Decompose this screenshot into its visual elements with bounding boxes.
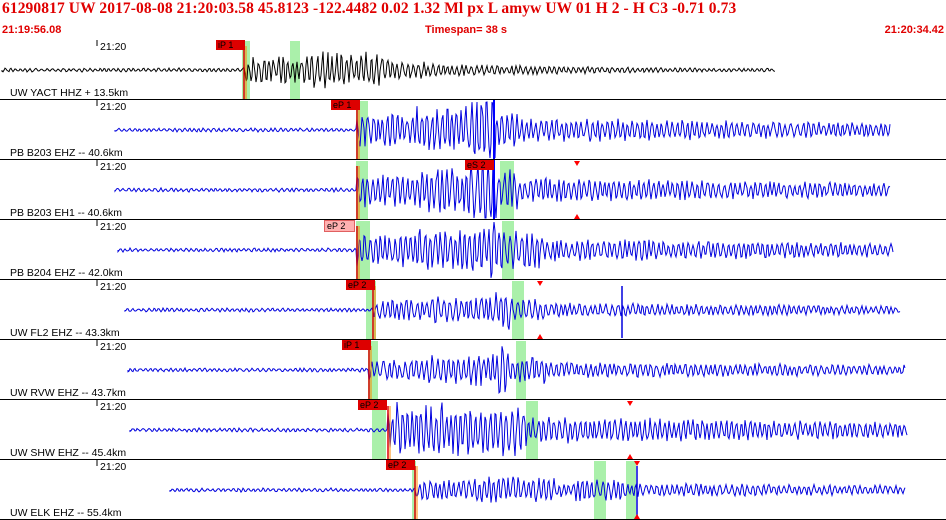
station-label: UW FL2 EHZ -- 43.3km	[10, 327, 120, 339]
trace-row[interactable]	[0, 400, 946, 460]
start-time-label: 21:19:56.08	[2, 24, 62, 36]
amplitude-marker-icon[interactable]	[627, 401, 633, 406]
time-tick-label: 21:20	[100, 221, 127, 233]
phase-pick-flag[interactable]: iP 1	[216, 40, 245, 50]
trace-row[interactable]	[0, 220, 946, 280]
station-label: UW RVW EHZ -- 43.7km	[10, 387, 126, 399]
phase-pick-flag[interactable]: eP 2	[358, 400, 387, 410]
time-tick-label: 21:20	[100, 281, 127, 293]
trace-row[interactable]	[0, 280, 946, 340]
time-tick-label: 21:20	[100, 341, 127, 353]
station-label: UW SHW EHZ -- 45.4km	[10, 447, 127, 459]
time-tick-label: 21:20	[100, 101, 127, 113]
seismogram-trace	[114, 101, 891, 159]
seismogram-trace	[129, 401, 908, 457]
seismogram-trace	[1, 51, 776, 89]
trace-row[interactable]	[0, 40, 946, 100]
amplitude-marker-icon[interactable]	[537, 281, 543, 286]
station-label: PB B203 EH1 -- 40.6km	[10, 207, 123, 219]
time-tick-label: 21:20	[100, 161, 127, 173]
seismogram-trace	[169, 476, 906, 503]
waveform-canvas[interactable]	[0, 40, 946, 520]
time-tick-label: 21:20	[100, 461, 127, 473]
time-tick-label: 21:20	[100, 401, 127, 413]
amplitude-marker-icon[interactable]	[627, 454, 633, 459]
trace-row[interactable]	[0, 100, 946, 160]
end-time-label: 21:20:34.42	[884, 24, 944, 36]
phase-pick-flag[interactable]: eS 2	[465, 160, 494, 170]
timespan-label: Timespan= 38 s	[425, 24, 508, 36]
waveform-panel[interactable]: 21:20 UW YACT HHZ + 13.5km iP 1 21:20 PB B20…	[0, 40, 946, 520]
event-header-title: 61290817 UW 2017-08-08 21:20:03.58 45.81…	[2, 0, 737, 17]
station-label: UW YACT HHZ + 13.5km	[10, 87, 129, 99]
amplitude-marker-icon[interactable]	[574, 214, 580, 219]
phase-pick-flag[interactable]: iP 1	[342, 340, 371, 350]
trace-row[interactable]	[0, 460, 946, 520]
pick-window	[500, 161, 514, 219]
phase-pick-flag[interactable]: eP 2	[324, 220, 355, 232]
station-label: UW ELK EHZ -- 55.4km	[10, 507, 122, 519]
phase-pick-flag[interactable]: eP 2	[386, 460, 415, 470]
trace-row[interactable]	[0, 340, 946, 400]
phase-pick-flag[interactable]: eP 1	[331, 100, 360, 110]
station-label: PB B203 EHZ -- 40.6km	[10, 147, 123, 159]
amplitude-marker-icon[interactable]	[574, 161, 580, 166]
phase-pick-flag[interactable]: eP 2	[346, 280, 375, 290]
amplitude-marker-icon[interactable]	[537, 334, 543, 339]
station-label: PB B204 EHZ -- 42.0km	[10, 267, 123, 279]
time-tick-label: 21:20	[100, 41, 127, 53]
